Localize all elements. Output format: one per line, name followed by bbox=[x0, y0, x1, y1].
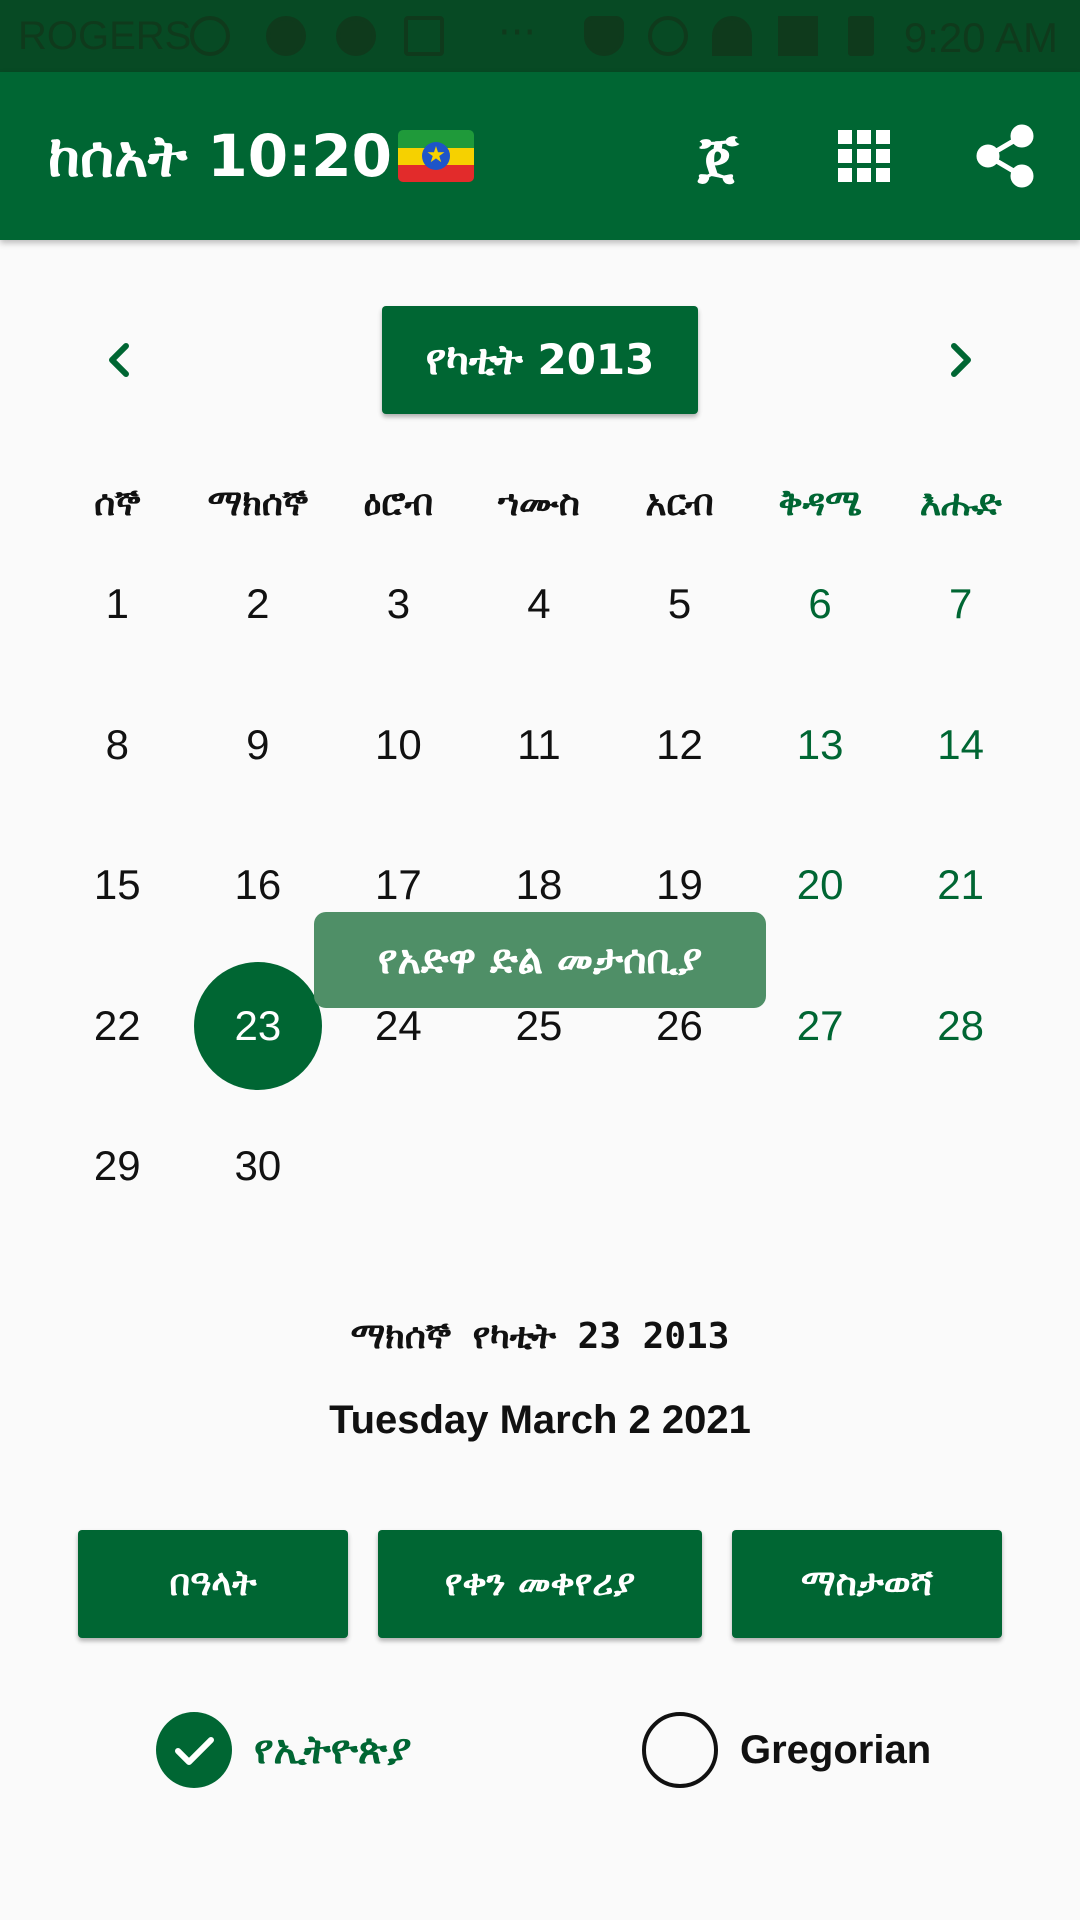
calendar-day-number: 1 bbox=[105, 580, 129, 628]
gmail-icon bbox=[404, 16, 444, 56]
calendar-day[interactable]: 9 bbox=[188, 675, 329, 816]
ethiopian-flag-icon: ★ bbox=[398, 130, 474, 182]
calendar-day-number: 23 bbox=[234, 1001, 282, 1049]
calendar-day[interactable]: 11 bbox=[469, 675, 610, 816]
gregorian-date-text: Tuesday March 2 2021 bbox=[329, 1398, 751, 1442]
calendar-day[interactable]: 10 bbox=[328, 675, 469, 816]
calendar-day-number: 12 bbox=[656, 720, 703, 768]
calendar-day-selected[interactable]: 23 bbox=[188, 956, 329, 1097]
calendar-day[interactable]: 21 bbox=[890, 815, 1031, 956]
ethiopian-calendar-radio[interactable] bbox=[156, 1712, 232, 1788]
clock: 9:20 AM bbox=[903, 14, 1058, 61]
gregorian-calendar-radio[interactable] bbox=[642, 1712, 718, 1788]
vpn-icon-2 bbox=[336, 16, 376, 56]
calendar-day-number: 11 bbox=[517, 720, 561, 768]
share-icon[interactable] bbox=[972, 122, 1040, 190]
calendar-day-number: 13 bbox=[796, 720, 844, 768]
date-converter-button[interactable]: የቀን መቀየሪያ bbox=[378, 1530, 702, 1638]
calendar-day-number: 14 bbox=[937, 720, 985, 768]
calendar-day[interactable]: 30 bbox=[188, 1096, 329, 1237]
holiday-tooltip: የአድዋ ድል መታሰቢያ bbox=[314, 912, 766, 1008]
calendar-day-number: 4 bbox=[527, 580, 551, 628]
calendar-day-number: 9 bbox=[246, 720, 270, 768]
calendar-day[interactable]: 13 bbox=[750, 675, 891, 816]
calendar-day-number: 18 bbox=[515, 861, 563, 909]
app-title: ከሰአት 10:20 bbox=[48, 122, 393, 190]
calendar-day-number: 19 bbox=[656, 861, 703, 909]
calendar-day-number: 21 bbox=[937, 861, 985, 909]
calendar-day-number: 25 bbox=[515, 1001, 563, 1049]
calendar-day[interactable]: 29 bbox=[47, 1096, 188, 1237]
more-notifications-icon: ··· bbox=[498, 10, 537, 56]
chevron-left-icon bbox=[109, 343, 129, 377]
app-bar: ከሰአት 10:20 ★ ጀ bbox=[0, 72, 1080, 240]
calendar-day-number: 16 bbox=[234, 861, 282, 909]
calendar-day-number: 6 bbox=[808, 580, 832, 628]
reminder-button[interactable]: ማስታወሻ bbox=[732, 1530, 1002, 1638]
calendar-day[interactable]: 16 bbox=[188, 815, 329, 956]
weekday-thursday: ኀሙስ bbox=[497, 483, 580, 524]
calendar-day[interactable]: 22 bbox=[47, 956, 188, 1097]
carrier-name: ROGERS bbox=[18, 14, 192, 58]
calendar-day[interactable]: 2 bbox=[188, 534, 329, 675]
calendar-day-number: 26 bbox=[656, 1001, 703, 1049]
calendar-day-number: 30 bbox=[234, 1142, 282, 1190]
calendar-grid: 1 2 3 4 5 6 7 8 9 10 11 12 13 14 15 16 17 18 19 20 21 22 23 24 2… bbox=[47, 534, 1031, 1237]
calendar-day[interactable]: 5 bbox=[609, 534, 750, 675]
calendar-day-number: 3 bbox=[386, 580, 411, 628]
weekday-header: ሰኞ ማክሰኞ ዕሮብ ኀሙስ አርብ ቅዳሜ እሑድ bbox=[47, 474, 1031, 534]
vpn-icon bbox=[266, 16, 306, 56]
calendar-day[interactable]: 7 bbox=[890, 534, 1031, 675]
calendar-day[interactable]: 4 bbox=[469, 534, 610, 675]
status-bar: ROGERS ··· 9:20 AM bbox=[0, 0, 1080, 72]
gregorian-calendar-label[interactable]: Gregorian bbox=[740, 1722, 931, 1778]
calendar-day-number: 5 bbox=[667, 580, 692, 628]
weekday-friday: አርብ bbox=[645, 483, 714, 524]
weekday-sunday: እሑድ bbox=[919, 483, 1002, 524]
ethiopian-date-text: ማክሰኞ የካቲት 23 2013 bbox=[350, 1316, 730, 1357]
calendar-day[interactable]: 15 bbox=[47, 815, 188, 956]
calendar-day[interactable]: 1 bbox=[47, 534, 188, 675]
weekday-monday: ሰኞ bbox=[94, 483, 141, 524]
next-month-button[interactable] bbox=[930, 330, 990, 390]
weekday-tuesday: ማክሰኞ bbox=[207, 483, 309, 524]
calendar-day-number: 29 bbox=[93, 1142, 141, 1190]
ethiopian-calendar-label[interactable]: የኢትዮጵያ bbox=[254, 1722, 411, 1778]
stopwatch-icon bbox=[190, 16, 230, 56]
calendar-day-number: 7 bbox=[948, 580, 973, 628]
checkmark-icon bbox=[175, 1737, 214, 1765]
calendar-day-number: 17 bbox=[375, 861, 422, 909]
calendar-day[interactable]: 12 bbox=[609, 675, 750, 816]
chevron-right-icon bbox=[951, 343, 971, 377]
calendar-day[interactable]: 20 bbox=[750, 815, 891, 956]
calendar-day[interactable]: 28 bbox=[890, 956, 1031, 1097]
calendar-day[interactable]: 3 bbox=[328, 534, 469, 675]
battery-icon bbox=[848, 16, 874, 56]
calendar-day-number: 22 bbox=[93, 1001, 141, 1049]
calendar-day-number: 8 bbox=[105, 720, 129, 768]
cell-signal-icon bbox=[778, 16, 818, 56]
calendar-day-number: 10 bbox=[375, 720, 422, 768]
calendar-day-number: 24 bbox=[375, 1001, 422, 1049]
calendar-day[interactable]: 14 bbox=[890, 675, 1031, 816]
calendar-day-number: 15 bbox=[93, 861, 141, 909]
month-year-button[interactable]: የካቲት 2013 bbox=[382, 306, 698, 414]
previous-month-button[interactable] bbox=[90, 330, 150, 390]
calendar-day-number: 2 bbox=[246, 580, 270, 628]
calendar-day[interactable]: 27 bbox=[750, 956, 891, 1097]
calendar-day-number: 27 bbox=[796, 1001, 844, 1049]
do-not-disturb-icon bbox=[648, 16, 688, 56]
shield-icon bbox=[584, 16, 624, 56]
holidays-button[interactable]: በዓላት bbox=[78, 1530, 348, 1638]
apps-grid-icon[interactable] bbox=[830, 122, 898, 190]
weekday-wednesday: ዕሮብ bbox=[363, 483, 434, 524]
calendar-day-number: 28 bbox=[937, 1001, 985, 1049]
weekday-saturday: ቅዳሜ bbox=[778, 483, 862, 524]
ethiopic-keyboard-icon[interactable]: ጀ bbox=[684, 122, 752, 190]
calendar-day[interactable]: 8 bbox=[47, 675, 188, 816]
wifi-icon bbox=[712, 16, 752, 56]
calendar-day-number: 20 bbox=[796, 861, 844, 909]
calendar-day[interactable]: 6 bbox=[750, 534, 891, 675]
